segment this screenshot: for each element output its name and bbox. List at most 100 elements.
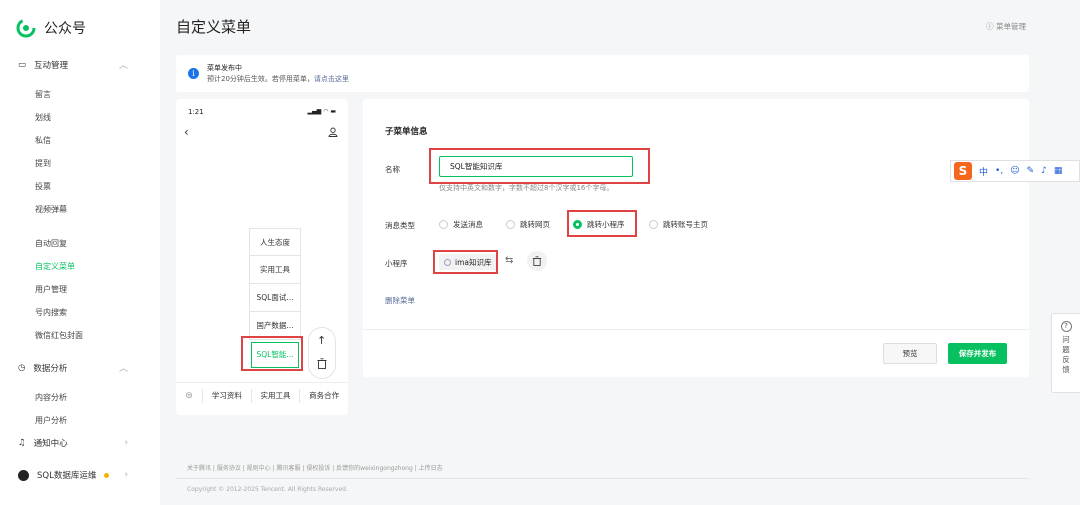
radio-label: 跳转账号主页 (663, 220, 708, 229)
app-name: 公众号 (44, 21, 86, 37)
info-icon: i (188, 68, 199, 79)
notice-title: 菜单发布中 (207, 64, 242, 72)
user-icon (328, 127, 338, 137)
menu-tab[interactable]: 学习资料 (202, 388, 251, 403)
nav-item-red-packet[interactable]: 微信红包封面 (35, 330, 83, 341)
nav-group-interaction[interactable]: ▭ 互动管理 ︿ (18, 58, 128, 72)
nav-item-user-analysis[interactable]: 用户分析 (35, 415, 67, 426)
mic-icon[interactable]: ♪ (1041, 166, 1047, 176)
wechat-logo-icon (16, 18, 36, 38)
nav-group-label: 互动管理 (34, 60, 69, 71)
radio-label: 跳转网页 (520, 220, 550, 229)
nav-item-content-analysis[interactable]: 内容分析 (35, 392, 67, 403)
name-hint: 仅支持中英文和数字，字数不超过8个汉字或16个字母。 (439, 184, 614, 192)
menu-mgmt-link[interactable]: ⓘ 菜单管理 (986, 21, 1026, 32)
menu-action-buttons: ↑ (308, 327, 336, 379)
feedback-char: 反 (1062, 355, 1070, 364)
section-title: 子菜单信息 (385, 127, 428, 137)
divider (363, 329, 1029, 330)
ime-toolbar: S 中 •, ☺ ✎ ♪ ▦ (950, 160, 1080, 182)
footer-links[interactable]: 关于腾讯 | 服务协议 | 规则中心 | 腾讯客服 | 侵权投诉 | 反馈你的w… (187, 463, 443, 472)
nav-item-mentions[interactable]: 提到 (35, 158, 51, 169)
highlight-box (429, 148, 650, 184)
ime-lang[interactable]: 中 (979, 165, 988, 178)
clock-icon: ◷ (18, 362, 26, 373)
chevron-up-icon: ︿ (118, 61, 128, 71)
save-publish-button[interactable]: 保存并发布 (948, 343, 1007, 364)
move-up-icon[interactable]: ↑ (317, 334, 326, 347)
signal-wifi-battery-icon: ▂▄▆ ◠ ▬ (307, 108, 336, 115)
punctuation-icon[interactable]: •, (995, 166, 1003, 176)
nav-item-votes[interactable]: 投票 (35, 181, 51, 192)
submenu-editor: 子菜单信息 名称 SQL智能知识库 仅支持中英文和数字，字数不超过8个汉字或16… (363, 99, 1029, 377)
grid-icon[interactable]: ▦ (1054, 166, 1063, 176)
phone-time: 1:21 (188, 108, 204, 116)
account-switcher[interactable]: SQL数据库运维 › (18, 469, 128, 481)
nav-item-highlights[interactable]: 划线 (35, 112, 51, 123)
nav-item-comments[interactable]: 留言 (35, 89, 51, 100)
submenu-item[interactable]: 实用工具 (249, 256, 301, 284)
nav-item-video-danmaku[interactable]: 视频弹幕 (35, 204, 67, 215)
menu-mgmt-label: 菜单管理 (996, 22, 1026, 31)
footer-copyright: Copyright © 2012-2025 Tencent. All Right… (187, 486, 348, 493)
radio-send-message[interactable]: 发送消息 (439, 219, 506, 230)
question-icon: ? (1060, 321, 1072, 332)
radio-dot (439, 220, 448, 229)
notice-body-text: 预计20分钟后生效。若停用菜单， (207, 75, 314, 83)
notice-body: 预计20分钟后生效。若停用菜单，请点击这里 (207, 74, 349, 84)
chat-icon: ▭ (18, 59, 27, 70)
nav-group-label: 通知中心 (33, 439, 68, 449)
phone-preview: 1:21 ▂▄▆ ◠ ▬ ‹ 人生态度 实用工具 SQL面试... 国产数据..… (176, 99, 348, 415)
sidebar: 公众号 ▭ 互动管理 ︿ 留言 划线 私信 提到 投票 视频弹幕 自动回复 自定… (0, 0, 160, 505)
publish-notice: i 菜单发布中 预计20分钟后生效。若停用菜单，请点击这里 (176, 55, 1029, 92)
feedback-char: 题 (1062, 345, 1070, 354)
app-logo[interactable]: 公众号 (16, 18, 86, 38)
status-dot (104, 472, 110, 478)
feedback-tab[interactable]: ? 问 题 反 馈 (1051, 313, 1080, 393)
menu-tab[interactable]: 实用工具 (250, 388, 300, 403)
feedback-char: 问 (1062, 335, 1070, 344)
type-label: 消息类型 (385, 221, 415, 230)
footer-divider (176, 478, 1029, 479)
stop-menu-link[interactable]: 请点击这里 (314, 75, 349, 83)
preview-button[interactable]: 预览 (883, 343, 937, 364)
back-arrow-icon: ‹ (184, 125, 189, 139)
nav-group-label: 数据分析 (33, 363, 68, 374)
nav-item-search[interactable]: 号内搜索 (35, 307, 67, 318)
chevron-right-icon: › (124, 438, 128, 448)
radio-jump-webpage[interactable]: 跳转网页 (506, 219, 573, 230)
feedback-char: 馈 (1062, 365, 1070, 374)
bell-icon: ♫ (18, 438, 26, 448)
radio-dot (649, 220, 658, 229)
emoji-icon[interactable]: ☺ (1010, 166, 1019, 176)
ime-logo[interactable]: S (954, 162, 972, 180)
nav-group-notifications[interactable]: ♫ 通知中心 › (18, 437, 128, 449)
chevron-right-icon: › (124, 470, 128, 480)
highlight-box (241, 336, 303, 371)
nav-group-analysis[interactable]: ◷ 数据分析 ︿ (18, 361, 128, 375)
trash-icon[interactable] (527, 251, 547, 271)
radio-jump-account[interactable]: 跳转账号主页 (649, 219, 729, 230)
submenu-item[interactable]: SQL面试... (249, 284, 301, 312)
account-name: SQL数据库运维 (37, 471, 97, 481)
nav-item-auto-reply[interactable]: 自动回复 (35, 238, 67, 249)
delete-menu-link[interactable]: 删除菜单 (385, 295, 415, 306)
phone-bottom-menu: ⊜ 学习资料 实用工具 商务合作 (176, 382, 348, 408)
nav-item-messages[interactable]: 私信 (35, 135, 51, 146)
radio-label: 发送消息 (453, 220, 483, 229)
nav-item-user-mgmt[interactable]: 用户管理 (35, 284, 67, 295)
highlight-box (433, 250, 498, 274)
help-icon: ⓘ (986, 22, 996, 31)
name-label: 名称 (385, 165, 400, 174)
keyboard-icon[interactable]: ⊜ (176, 391, 202, 401)
page-title: 自定义菜单 (176, 18, 252, 36)
chevron-up-icon: ︿ (118, 364, 128, 374)
miniprogram-label: 小程序 (385, 259, 408, 268)
menu-tab[interactable]: 商务合作 (299, 388, 348, 403)
submenu-item[interactable]: 人生态度 (249, 228, 301, 256)
pen-icon[interactable]: ✎ (1027, 166, 1035, 176)
highlight-box (567, 210, 637, 237)
trash-icon[interactable] (317, 358, 327, 369)
swap-icon[interactable]: ⇆ (505, 255, 513, 266)
nav-item-custom-menu[interactable]: 自定义菜单 (35, 261, 75, 272)
